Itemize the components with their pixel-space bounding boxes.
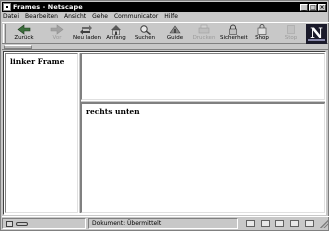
print-button[interactable]: Drucken (191, 24, 217, 44)
navigator-icon[interactable] (245, 220, 255, 227)
window-controls: _ □ × (300, 3, 326, 11)
reload-label: Neu laden (73, 35, 101, 41)
search-label: Suchen (134, 35, 156, 41)
security-button[interactable]: Sicherheit (220, 24, 248, 44)
menu-hilfe[interactable]: Hilfe (164, 13, 178, 21)
app-icon[interactable] (3, 3, 11, 11)
menu-datei[interactable]: Datei (3, 13, 19, 21)
status-text: Dokument: Übermittelt (92, 220, 162, 227)
netscape-logo[interactable]: N (306, 24, 327, 44)
home-icon (111, 25, 121, 35)
close-button[interactable]: × (318, 3, 326, 11)
security-lock-icon (229, 24, 237, 35)
left-frame-heading: linker Frame (10, 57, 65, 66)
reload-icon (80, 25, 92, 35)
forward-arrow-icon (50, 24, 64, 35)
minimize-button[interactable]: _ (300, 3, 308, 11)
window-title: Frames - Netscape (13, 3, 83, 11)
guide-label: Guide (166, 35, 184, 41)
bottom-right-frame-heading: rechts unten (86, 107, 140, 116)
home-button[interactable]: Anfang (103, 24, 129, 44)
location-bar-tab[interactable] (4, 45, 32, 49)
back-button[interactable]: Zurück (11, 24, 37, 44)
address-book-icon[interactable] (290, 220, 300, 227)
print-icon (198, 24, 210, 34)
home-label: Anfang (106, 35, 126, 41)
status-text-panel: Dokument: Übermittelt (88, 218, 238, 229)
forward-label: Vor (52, 35, 62, 41)
component-bar (240, 220, 320, 227)
shop-label: Shop (255, 35, 269, 41)
menu-ansicht[interactable]: Ansicht (64, 13, 86, 21)
mail-icon[interactable] (260, 220, 270, 227)
reload-button[interactable]: Neu laden (73, 24, 101, 44)
stop-label: Stop (284, 35, 298, 41)
menu-communicator[interactable]: Communicator (114, 13, 158, 21)
status-bar: Dokument: Übermittelt (2, 216, 329, 230)
shop-button[interactable]: Shop (249, 24, 275, 44)
frameset-area: linker Frame rechts unten (3, 51, 326, 215)
menu-bearbeiten[interactable]: Bearbeiten (25, 13, 58, 21)
security-status-icon (6, 220, 13, 227)
guide-button[interactable]: Guide (162, 24, 188, 44)
location-bar-collapsed (2, 45, 329, 50)
netscape-logo-letter: N (310, 26, 323, 42)
stop-icon (287, 25, 295, 34)
resize-grip-icon[interactable] (320, 219, 328, 228)
maximize-button[interactable]: □ (309, 3, 317, 11)
toolbar-grip[interactable] (3, 24, 6, 43)
back-arrow-icon (17, 24, 31, 35)
guide-icon (169, 25, 181, 34)
security-status[interactable] (2, 218, 86, 229)
top-right-frame[interactable] (81, 53, 325, 100)
connection-icon (16, 221, 28, 226)
shop-bag-icon (257, 24, 267, 35)
menu-bar: Datei Bearbeiten Ansicht Gehe Communicat… (3, 13, 178, 21)
back-label: Zurück (14, 35, 34, 41)
title-bar[interactable]: Frames - Netscape _ □ × (2, 2, 327, 12)
bottom-right-frame[interactable]: rechts unten (81, 103, 325, 213)
print-label: Drucken (192, 35, 216, 41)
composer-icon[interactable] (305, 220, 315, 227)
left-frame[interactable]: linker Frame (5, 53, 78, 213)
stop-button[interactable]: Stop (278, 24, 304, 44)
navigation-toolbar: Zurück Vor Neu laden Anfang Suchen Guide… (2, 22, 329, 44)
newsgroups-icon[interactable] (275, 220, 285, 227)
security-label: Sicherheit (220, 35, 248, 41)
search-button[interactable]: Suchen (132, 24, 158, 44)
browser-window: Frames - Netscape _ □ × Datei Bearbeiten… (0, 0, 329, 231)
menu-gehe[interactable]: Gehe (92, 13, 108, 21)
forward-button[interactable]: Vor (44, 24, 70, 44)
search-icon (140, 25, 151, 35)
